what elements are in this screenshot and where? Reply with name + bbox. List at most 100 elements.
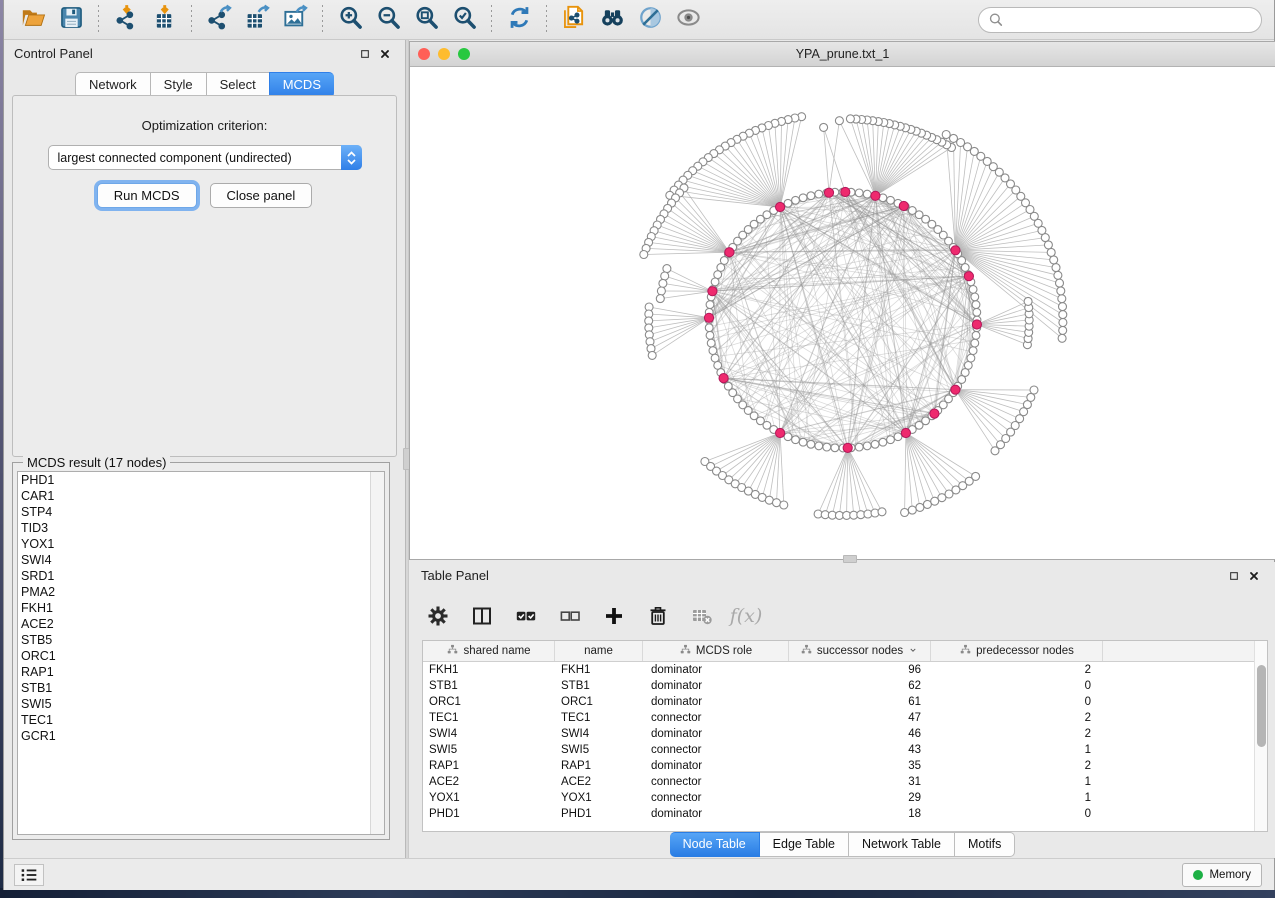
zoom-in-button[interactable]	[331, 3, 369, 37]
mcds-result-item[interactable]: CAR1	[18, 488, 384, 504]
open-file-button[interactable]	[14, 3, 52, 37]
search-input[interactable]	[1005, 10, 1261, 30]
table-row[interactable]: STB1STB1dominator620	[423, 678, 1267, 694]
table-row[interactable]: ORC1ORC1dominator610	[423, 694, 1267, 710]
mcds-list-scrollbar[interactable]	[370, 472, 384, 834]
toggle-panel-layout-button[interactable]	[467, 601, 497, 631]
cell-successor-nodes: 62	[789, 678, 931, 694]
table-scrollbar-thumb[interactable]	[1257, 665, 1266, 747]
save-session-button[interactable]	[52, 3, 90, 37]
export-table-button[interactable]	[238, 3, 276, 37]
hide-selected-button[interactable]	[631, 3, 669, 37]
table-panel-header: Table Panel	[409, 562, 1275, 589]
zoom-selected-button[interactable]	[445, 3, 483, 37]
column-label: predecessor nodes	[976, 645, 1074, 657]
cell-predecessor-nodes: 1	[931, 742, 1103, 758]
column-header-successor-nodes[interactable]: successor nodes	[789, 641, 931, 661]
import-network-from-file-button[interactable]	[107, 3, 145, 37]
export-network-button[interactable]	[200, 3, 238, 37]
close-panel-button[interactable]: Close panel	[210, 183, 313, 208]
table-row[interactable]: SWI4SWI4dominator462	[423, 726, 1267, 742]
mcds-result-item[interactable]: PHD1	[18, 472, 384, 488]
mcds-result-item[interactable]: STB5	[18, 632, 384, 648]
network-from-selection-button[interactable]	[555, 3, 593, 37]
mcds-result-list[interactable]: PHD1CAR1STP4TID3YOX1SWI4SRD1PMA2FKH1ACE2…	[17, 471, 385, 835]
deselect-all-rows-button[interactable]	[555, 601, 585, 631]
find-button[interactable]	[593, 3, 631, 37]
mcds-result-item[interactable]: TEC1	[18, 712, 384, 728]
show-hidden-button[interactable]	[669, 3, 707, 37]
network-titlebar[interactable]: YPA_prune.txt_1	[410, 42, 1275, 67]
run-mcds-button[interactable]: Run MCDS	[97, 183, 197, 208]
table-row[interactable]: PHD1PHD1dominator180	[423, 806, 1267, 822]
mcds-result-item[interactable]: ORC1	[18, 648, 384, 664]
float-panel-icon[interactable]	[355, 45, 375, 63]
cell-predecessor-nodes: 2	[931, 710, 1103, 726]
select-all-rows-button[interactable]	[511, 601, 541, 631]
task-history-button[interactable]	[14, 864, 44, 886]
table-row[interactable]: ACE2ACE2connector311	[423, 774, 1267, 790]
column-header-predecessor-nodes[interactable]: predecessor nodes	[931, 641, 1103, 661]
table-row[interactable]: FKH1FKH1dominator962	[423, 662, 1267, 678]
mcds-result-item[interactable]: STB1	[18, 680, 384, 696]
mcds-result-item[interactable]: FKH1	[18, 600, 384, 616]
zoom-out-button[interactable]	[369, 3, 407, 37]
tab-motifs[interactable]: Motifs	[955, 832, 1015, 857]
mcds-result-item[interactable]: STP4	[18, 504, 384, 520]
refresh-button[interactable]	[500, 3, 538, 37]
column-header-name[interactable]: name	[555, 641, 643, 661]
toolbar-separator	[322, 5, 323, 35]
column-header-MCDS-role[interactable]: MCDS role	[643, 641, 789, 661]
cell-shared-name: YOX1	[423, 790, 555, 806]
cell-MCDS-role: connector	[643, 774, 789, 790]
search-box[interactable]	[978, 7, 1262, 33]
mcds-result-item[interactable]: ACE2	[18, 616, 384, 632]
memory-status-icon	[1193, 870, 1203, 880]
import-table-from-file-button[interactable]	[145, 3, 183, 37]
table-header-row: shared name name MCDS rolesuccessor nodes p…	[423, 641, 1267, 662]
delete-column-button[interactable]	[643, 601, 673, 631]
mcds-result-item[interactable]: SWI4	[18, 552, 384, 568]
control-panel: Control Panel NetworkStyleSelectMCDS Opt…	[4, 40, 405, 858]
column-settings-button[interactable]	[423, 601, 453, 631]
tab-network-table[interactable]: Network Table	[849, 832, 955, 857]
tab-edge-table[interactable]: Edge Table	[760, 832, 849, 857]
column-label: name	[584, 645, 613, 657]
optimization-criterion-dropdown[interactable]: largest connected component (undirected)	[48, 145, 362, 170]
close-panel-icon[interactable]	[375, 45, 395, 63]
cell-shared-name: STB1	[423, 678, 555, 694]
cell-MCDS-role: connector	[643, 710, 789, 726]
network-canvas[interactable]	[410, 67, 1275, 559]
cell-predecessor-nodes: 0	[931, 806, 1103, 822]
table-scrollbar[interactable]	[1254, 641, 1267, 831]
export-network-icon	[206, 4, 233, 36]
cell-successor-nodes: 46	[789, 726, 931, 742]
mcds-result-item[interactable]: TID3	[18, 520, 384, 536]
cell-name: YOX1	[555, 790, 643, 806]
network-window: YPA_prune.txt_1	[409, 41, 1275, 560]
mcds-result-item[interactable]: SRD1	[18, 568, 384, 584]
cell-predecessor-nodes: 1	[931, 774, 1103, 790]
table-row[interactable]: YOX1YOX1connector291	[423, 790, 1267, 806]
export-image-icon	[282, 4, 309, 36]
mcds-result-item[interactable]: SWI5	[18, 696, 384, 712]
tab-node-table[interactable]: Node Table	[670, 832, 760, 857]
float-table-panel-icon[interactable]	[1224, 567, 1244, 585]
close-table-panel-icon[interactable]	[1244, 567, 1264, 585]
mcds-result-item[interactable]: PMA2	[18, 584, 384, 600]
doc-share-icon	[561, 4, 588, 36]
column-header-shared-name[interactable]: shared name	[423, 641, 555, 661]
cell-MCDS-role: dominator	[643, 678, 789, 694]
zoom-fit-button[interactable]	[407, 3, 445, 37]
sitemap-icon	[800, 643, 813, 659]
add-column-button[interactable]	[599, 601, 629, 631]
mcds-result-item[interactable]: GCR1	[18, 728, 384, 744]
mcds-result-item[interactable]: YOX1	[18, 536, 384, 552]
export-image-button[interactable]	[276, 3, 314, 37]
table-row[interactable]: SWI5SWI5connector431	[423, 742, 1267, 758]
table-row[interactable]: RAP1RAP1dominator352	[423, 758, 1267, 774]
cell-successor-nodes: 31	[789, 774, 931, 790]
mcds-result-item[interactable]: RAP1	[18, 664, 384, 680]
table-row[interactable]: TEC1TEC1connector472	[423, 710, 1267, 726]
memory-button[interactable]: Memory	[1182, 863, 1262, 887]
